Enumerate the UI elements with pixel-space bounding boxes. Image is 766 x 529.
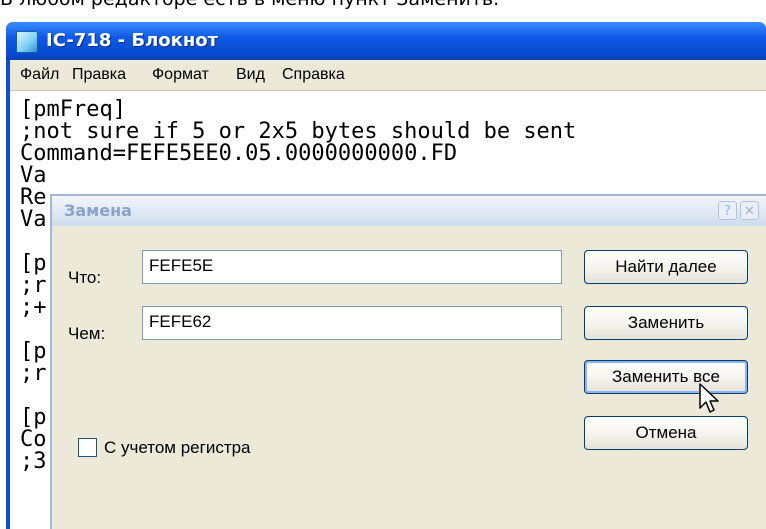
editor-line: [p — [20, 251, 47, 276]
editor-line: ;r — [20, 361, 47, 386]
help-icon[interactable]: ? — [718, 201, 737, 220]
replace-input[interactable]: FEFE62 — [142, 306, 562, 340]
editor-line: ;3 — [20, 449, 47, 474]
editor-line: ;+ — [20, 295, 47, 320]
close-icon[interactable]: ✕ — [740, 201, 759, 220]
menu-format[interactable]: Формат — [152, 66, 209, 84]
editor-line: [pmFreq] — [20, 97, 126, 122]
editor-line: ;r — [20, 273, 47, 298]
editor-line: Va — [20, 207, 47, 232]
replace-dialog: Замена ? ✕ Что: FEFE5E Чем: FEFE62 Найти… — [50, 194, 766, 529]
find-next-button[interactable]: Найти далее — [584, 250, 748, 284]
match-case-label: С учетом регистра — [104, 438, 251, 457]
menu-bar: Файл Правка Формат Вид Справка — [10, 60, 766, 91]
dialog-titlebar[interactable]: Замена ? ✕ — [52, 196, 766, 226]
find-input[interactable]: FEFE5E — [142, 250, 562, 284]
notepad-titlebar[interactable]: IC-718 - Блокнот — [6, 22, 766, 60]
find-label: Что: — [68, 268, 102, 287]
menu-view[interactable]: Вид — [236, 66, 265, 84]
editor-line: Re — [20, 185, 47, 210]
match-case-checkbox[interactable] — [78, 438, 97, 457]
replace-all-button[interactable]: Заменить все — [584, 360, 748, 394]
menu-edit[interactable]: Правка — [72, 66, 126, 84]
dialog-title: Замена — [64, 201, 132, 220]
menu-file[interactable]: Файл — [20, 66, 59, 84]
editor-line: Command=FEFE5EE0.05.0000000000.FD — [20, 141, 458, 166]
article-caption: В любом редакторе есть в меню пункт Заме… — [0, 0, 766, 16]
mouse-pointer-icon — [699, 383, 719, 413]
editor-line: ;not sure if 5 or 2x5 bytes should be se… — [20, 119, 577, 144]
editor-line: Va — [20, 163, 47, 188]
menu-help[interactable]: Справка — [282, 66, 345, 84]
window-title: IC-718 - Блокнот — [46, 30, 219, 51]
editor-line: Co — [20, 427, 47, 452]
editor-line: [p — [20, 405, 47, 430]
editor-line: [p — [20, 339, 47, 364]
cancel-button[interactable]: Отмена — [584, 416, 748, 450]
replace-button[interactable]: Заменить — [584, 306, 748, 340]
replace-label: Чем: — [68, 324, 106, 343]
notepad-icon — [16, 31, 38, 53]
